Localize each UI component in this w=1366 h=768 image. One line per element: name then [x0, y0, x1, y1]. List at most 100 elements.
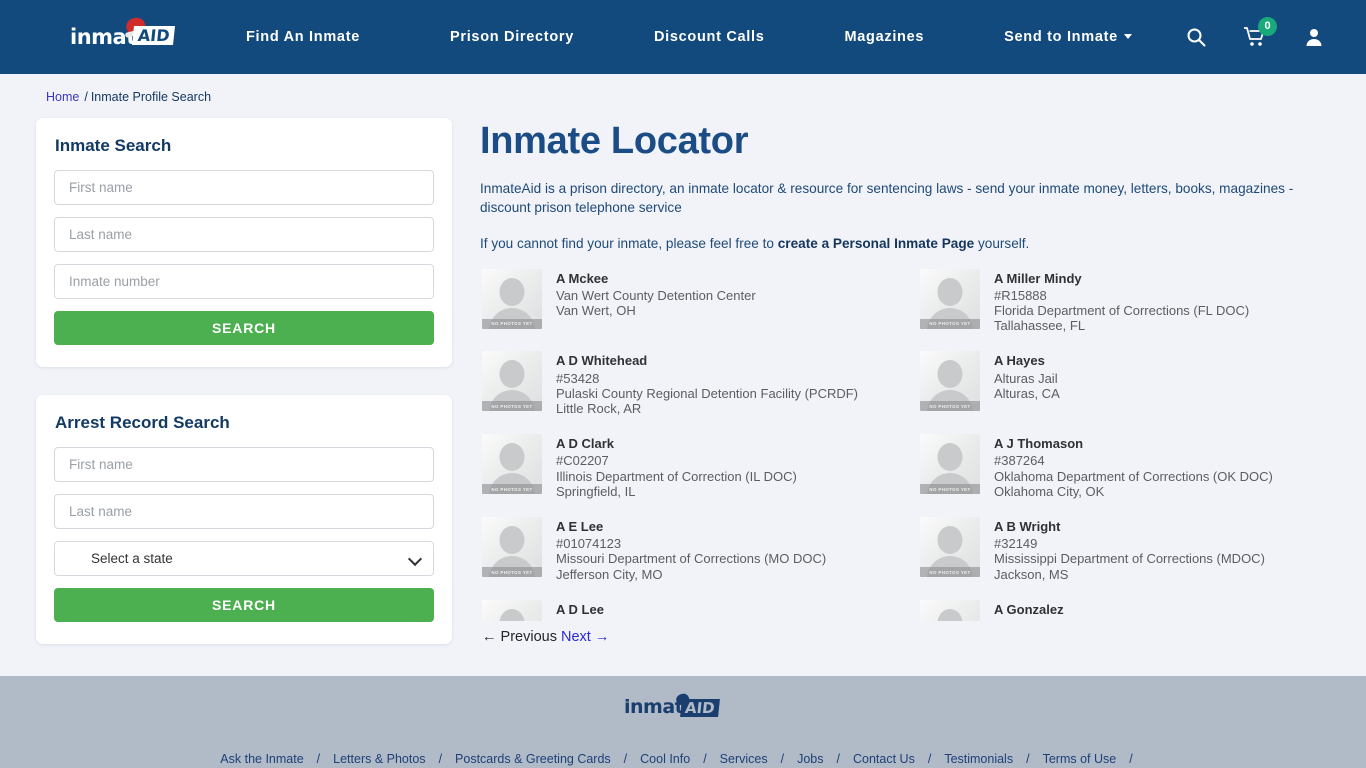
inmate-search-button[interactable]: SEARCH: [54, 311, 434, 345]
avatar-head-shape: [937, 360, 963, 389]
avatar-no-photo-label: NO PHOTOS YET: [920, 567, 980, 578]
footer-link-separator: /: [780, 752, 785, 766]
cta-text-before: If you cannot find your inmate, please f…: [480, 235, 778, 251]
inmate-avatar-placeholder-icon: NO PHOTOS YET: [920, 351, 980, 412]
inmate-facility: Mississippi Department of Corrections (M…: [994, 551, 1265, 567]
breadcrumb: Home / Inmate Profile Search: [0, 74, 1366, 118]
user-icon[interactable]: [1304, 27, 1324, 47]
inmate-result-item[interactable]: NO PHOTOS YETA Gonzalez#M40603Florida De…: [920, 596, 1336, 621]
nav-item-send-to-inmate-label: Send to Inmate: [1004, 29, 1118, 45]
inmate-number: #01074123: [556, 536, 622, 552]
inmate-name[interactable]: A E Lee: [556, 519, 826, 534]
personal-page-cta: If you cannot find your inmate, please f…: [480, 236, 1336, 251]
avatar-no-photo-label: NO PHOTOS YET: [920, 318, 980, 329]
footer-link[interactable]: Contact Us: [853, 752, 915, 766]
footer-link-separator: /: [703, 752, 707, 766]
inmate-location: Van Wert, OH: [556, 303, 636, 318]
inmate-result-item[interactable]: NO PHOTOS YETA D Lee#111700000978459Milw…: [482, 596, 898, 621]
cta-text-after: yourself.: [974, 235, 1030, 251]
footer-link[interactable]: Ask the Inmate: [220, 752, 303, 766]
inmate-result-info: A J Thomason #387264 Oklahoma Department o…: [994, 434, 1273, 499]
inmate-result-item[interactable]: NO PHOTOS YET A D Whitehead #53428 Pulaski …: [482, 347, 898, 430]
inmate-name[interactable]: A B Wright: [994, 519, 1265, 534]
inmate-last-name-input[interactable]: [54, 217, 434, 252]
footer-link[interactable]: Letters & Photos: [333, 752, 425, 766]
inmate-result-info: A Mckee Van Wert County Detention Center V…: [556, 269, 756, 334]
nav-item-discount-calls[interactable]: Discount Calls: [614, 29, 805, 45]
inmate-result-item[interactable]: NO PHOTOS YET A E Lee #01074123 Missouri De…: [482, 513, 898, 596]
inmate-result-item[interactable]: NO PHOTOS YET A Hayes Alturas Jail Alturas,…: [920, 347, 1336, 430]
footer-link[interactable]: Terms of Use: [1043, 752, 1117, 766]
nav-item-find-an-inmate[interactable]: Find An Inmate: [246, 29, 410, 45]
inmate-result-item[interactable]: NO PHOTOS YET A B Wright #32149 Mississippi…: [920, 513, 1336, 596]
main-content: Inmate Locator InmateAid is a prison dir…: [480, 118, 1336, 645]
inmate-name[interactable]: A Hayes: [994, 353, 1060, 368]
inmate-facility: Florida Department of Corrections (FL DO…: [994, 303, 1250, 318]
arrest-record-search-panel: Arrest Record Search Select a state SEAR…: [36, 395, 452, 644]
inmate-name[interactable]: A D Clark: [556, 436, 797, 451]
inmate-number-input[interactable]: [54, 264, 434, 299]
footer-link-separator: /: [623, 752, 628, 766]
inmate-result-item[interactable]: NO PHOTOS YET A Miller Mindy #R15888 Florid…: [920, 265, 1336, 348]
breadcrumb-home[interactable]: Home: [46, 90, 79, 104]
avatar-head-shape: [499, 526, 525, 555]
avatar-no-photo-label: NO PHOTOS YET: [482, 567, 542, 578]
footer-link-row: Ask the Inmate / Letters & Photos / Postcard…: [0, 752, 1366, 766]
inmate-avatar-placeholder-icon: NO PHOTOS YET: [920, 599, 980, 621]
inmate-search-panel: Inmate Search SEARCH: [36, 118, 452, 367]
next-page-link[interactable]: Next →: [561, 629, 609, 645]
inmate-number: #C02207: [556, 453, 609, 469]
inmate-avatar-placeholder-icon: NO PHOTOS YET: [482, 434, 542, 495]
nav-item-magazines[interactable]: Magazines: [805, 29, 965, 45]
inmate-name[interactable]: A Miller Mindy: [994, 271, 1249, 286]
inmate-avatar-placeholder-icon: NO PHOTOS YET: [920, 434, 980, 495]
inmate-location: Oklahoma City, OK: [994, 483, 1105, 499]
nav-item-prison-directory[interactable]: Prison Directory: [410, 29, 614, 45]
inmate-name[interactable]: A Gonzalez: [994, 602, 1249, 617]
footer-link[interactable]: Cool Info: [640, 752, 690, 766]
footer-logo[interactable]: inmate AID: [624, 692, 742, 724]
inmate-avatar-placeholder-icon: NO PHOTOS YET: [482, 268, 542, 329]
inmate-name[interactable]: A Mckee: [556, 271, 756, 286]
footer-link[interactable]: Services: [720, 752, 768, 766]
inmate-result-item[interactable]: NO PHOTOS YET A D Clark #C02207 Illinois De…: [482, 430, 898, 513]
footer-link-separator: /: [316, 752, 321, 766]
inmate-location: Little Rock, AR: [556, 401, 642, 417]
state-select[interactable]: Select a state: [54, 541, 434, 576]
inmate-result-item[interactable]: NO PHOTOS YET A Mckee Van Wert County Dete…: [482, 265, 898, 348]
cta-link[interactable]: create a Personal Inmate Page: [778, 236, 974, 251]
inmate-avatar-placeholder-icon: NO PHOTOS YET: [920, 268, 980, 329]
arrest-last-name-input[interactable]: [54, 494, 434, 529]
breadcrumb-separator: /: [84, 90, 88, 104]
footer-link[interactable]: Testimonials: [944, 752, 1013, 766]
arrest-search-button[interactable]: SEARCH: [54, 588, 434, 622]
previous-page-link[interactable]: ← Previous: [482, 629, 557, 645]
inmate-name[interactable]: A D Whitehead: [556, 353, 858, 368]
inmate-result-item[interactable]: NO PHOTOS YET A J Thomason #387264 Oklahoma…: [920, 430, 1336, 513]
inmate-result-info: A E Lee #01074123 Missouri Department of C…: [556, 517, 826, 582]
avatar-head-shape: [499, 277, 525, 306]
inmate-location: Jefferson City, MO: [556, 566, 663, 582]
avatar-head-shape: [499, 608, 525, 621]
inmate-result-info: A B Wright #32149 Mississippi Department o…: [994, 517, 1265, 582]
inmate-name[interactable]: A J Thomason: [994, 436, 1273, 451]
inmate-avatar-placeholder-icon: NO PHOTOS YET: [920, 517, 980, 578]
chevron-down-icon: [1123, 34, 1132, 39]
arrest-first-name-input[interactable]: [54, 447, 434, 482]
search-icon[interactable]: [1186, 27, 1206, 47]
nav-item-send-to-inmate[interactable]: Send to Inmate: [964, 29, 1172, 45]
footer-link[interactable]: Postcards & Greeting Cards: [455, 752, 611, 766]
avatar-no-photo-label: NO PHOTOS YET: [482, 318, 542, 329]
main-menu: Find An Inmate Prison Directory Discount…: [246, 29, 1172, 45]
site-logo[interactable]: inmate AID: [70, 15, 188, 54]
site-footer: inmate AID Ask the Inmate / Letters & Phot…: [0, 676, 1366, 768]
footer-link[interactable]: Jobs: [797, 752, 823, 766]
inmate-search-title: Inmate Search: [55, 136, 172, 155]
inmate-avatar-placeholder-icon: NO PHOTOS YET: [482, 351, 542, 412]
footer-link-separator: /: [836, 752, 840, 766]
avatar-head-shape: [499, 443, 525, 472]
inmate-avatar-placeholder-icon: NO PHOTOS YET: [482, 517, 542, 578]
inmate-name[interactable]: A D Lee: [556, 602, 802, 617]
cart-icon[interactable]: 0: [1243, 17, 1277, 47]
inmate-first-name-input[interactable]: [54, 170, 434, 205]
